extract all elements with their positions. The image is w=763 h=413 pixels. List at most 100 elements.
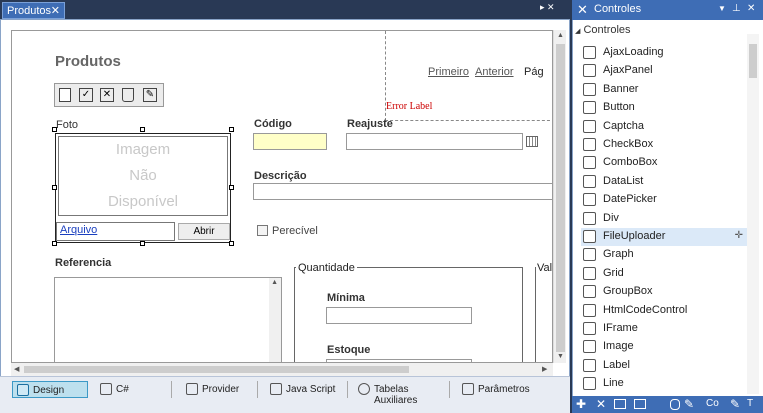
tab-javascript[interactable]: Java Script <box>266 381 348 398</box>
scroll-thumb[interactable] <box>749 44 757 78</box>
resize-handle[interactable] <box>140 241 145 246</box>
scroll-left-icon[interactable]: ◀ <box>14 365 19 373</box>
resize-handle[interactable] <box>52 241 57 246</box>
tab-label: Provider <box>202 384 240 395</box>
resize-handle[interactable] <box>229 241 234 246</box>
control-item-button[interactable]: Button <box>581 99 749 117</box>
resize-handle[interactable] <box>229 127 234 132</box>
move-icon[interactable]: ✛ <box>735 230 743 241</box>
resize-handle[interactable] <box>52 127 57 132</box>
file-path-field[interactable]: Arquivo <box>56 222 175 241</box>
reajuste-label: Reajuste <box>347 118 393 130</box>
vertical-scrollbar[interactable]: ▲ ▼ <box>553 30 566 363</box>
datalist-icon <box>583 174 596 188</box>
codigo-input[interactable] <box>253 133 327 150</box>
pin-icon[interactable]: ⊥ <box>732 3 741 14</box>
button-icon <box>583 101 596 115</box>
reajuste-input[interactable] <box>346 133 523 150</box>
referencia-textarea[interactable]: ▲ <box>54 277 282 362</box>
scroll-up-icon[interactable]: ▲ <box>271 279 278 286</box>
control-item-fileuploader[interactable]: FileUploader ✛ <box>581 228 749 246</box>
document-tab-produtos[interactable]: Produtos ✕ <box>2 2 65 19</box>
minima-input[interactable] <box>326 307 472 324</box>
control-item-ajaxpanel[interactable]: AjaxPanel <box>581 62 749 80</box>
combobox-icon <box>583 156 596 170</box>
control-item-label: DatePicker <box>603 193 657 206</box>
file-uploader[interactable]: Imagem Não Disponível Arquivo Abrir <box>55 133 231 243</box>
control-item-datalist[interactable]: DataList <box>581 173 749 191</box>
tools-icon[interactable]: ✕ <box>596 397 606 411</box>
control-item-label: CheckBox <box>603 138 654 150</box>
open-button[interactable]: Abrir <box>178 223 230 240</box>
fileuploader-icon <box>583 230 596 243</box>
close-icon[interactable]: ✕ <box>747 3 755 14</box>
control-item-checkbox[interactable]: CheckBox <box>581 136 749 154</box>
resize-handle[interactable] <box>52 185 57 190</box>
chart-icon[interactable] <box>634 399 646 409</box>
horizontal-scrollbar[interactable]: ◀ ▶ <box>11 363 553 376</box>
resize-handle[interactable] <box>140 127 145 132</box>
control-item-div[interactable]: Div <box>581 210 749 228</box>
control-item-graph[interactable]: Graph <box>581 246 749 264</box>
close-icon[interactable]: ✕ <box>547 2 555 12</box>
control-item-datepicker[interactable]: DatePicker <box>581 191 749 209</box>
textarea-scrollbar[interactable] <box>269 278 281 362</box>
pager-first-link[interactable]: Primeiro <box>428 66 469 78</box>
pager-page-label: Pág <box>524 66 544 78</box>
collapse-icon[interactable]: ◢ <box>575 28 580 35</box>
resize-handle[interactable] <box>229 185 234 190</box>
edit-icon[interactable]: ✎ <box>143 88 157 102</box>
file-link[interactable]: Arquivo <box>60 224 97 236</box>
control-item-label[interactable]: Label <box>581 357 749 375</box>
scroll-thumb[interactable] <box>24 366 409 373</box>
tab-tabelas-auxiliares[interactable]: Tabelas Auxiliares <box>354 381 450 406</box>
image-icon[interactable] <box>614 399 626 409</box>
database-icon[interactable] <box>670 399 680 410</box>
view-tabbar: Design C# Provider Java Script Tabelas A… <box>0 376 570 413</box>
tab-csharp[interactable]: C# <box>96 381 172 398</box>
scroll-right-icon[interactable]: ▶ <box>542 365 547 373</box>
dropdown-icon[interactable]: ▼ <box>718 4 726 13</box>
edit-icon[interactable]: ✎ <box>730 397 740 411</box>
codigo-label: Código <box>254 118 292 130</box>
tab-parametros[interactable]: Parâmetros <box>458 381 540 398</box>
scroll-up-icon[interactable]: ▲ <box>557 32 564 39</box>
record-toolbar: ✓ ✕ ✎ <box>54 83 164 107</box>
control-item-image[interactable]: Image <box>581 338 749 356</box>
quantidade-label: Quantidade <box>296 262 357 274</box>
control-item-label: Button <box>603 101 635 114</box>
new-icon[interactable] <box>59 88 71 102</box>
close-icon[interactable]: ✕ <box>51 4 60 17</box>
scroll-thumb[interactable] <box>556 44 565 352</box>
dropdown-icon[interactable]: ▸ <box>540 2 545 12</box>
tab-label: C# <box>116 384 129 395</box>
group-label: Controles <box>583 24 631 36</box>
controls-group-header[interactable]: ◢ Controles <box>575 24 631 36</box>
panel-tab-label[interactable]: T <box>747 398 753 409</box>
control-item-htmlcodecontrol[interactable]: HtmlCodeControl <box>581 302 749 320</box>
pager-prev-link[interactable]: Anterior <box>475 66 514 78</box>
control-item-line[interactable]: Line <box>581 375 749 393</box>
panel-tab-label[interactable]: Co <box>706 398 719 409</box>
perecivel-checkbox[interactable] <box>257 225 268 236</box>
descricao-input[interactable] <box>253 183 552 200</box>
control-item-combobox[interactable]: ComboBox <box>581 154 749 172</box>
tab-design[interactable]: Design <box>12 381 88 398</box>
add-icon[interactable]: ✚ <box>576 397 586 411</box>
control-item-banner[interactable]: Banner <box>581 81 749 99</box>
panel-scrollbar[interactable] <box>747 34 759 394</box>
scroll-down-icon[interactable]: ▼ <box>557 353 564 360</box>
tab-label: Java Script <box>286 384 336 395</box>
tab-provider[interactable]: Provider <box>182 381 258 398</box>
edit-icon[interactable]: ✎ <box>684 397 694 411</box>
control-item-label: DataList <box>603 174 644 187</box>
control-item-captcha[interactable]: Captcha <box>581 118 749 136</box>
control-item-iframe[interactable]: IFrame <box>581 320 749 338</box>
confirm-icon[interactable]: ✓ <box>79 88 93 102</box>
control-item-groupbox[interactable]: GroupBox <box>581 283 749 301</box>
calendar-icon[interactable] <box>526 136 538 147</box>
cancel-icon[interactable]: ✕ <box>100 88 114 102</box>
control-item-grid[interactable]: Grid <box>581 265 749 283</box>
delete-icon[interactable] <box>122 88 134 102</box>
control-item-ajaxloading[interactable]: AjaxLoading <box>581 44 749 62</box>
